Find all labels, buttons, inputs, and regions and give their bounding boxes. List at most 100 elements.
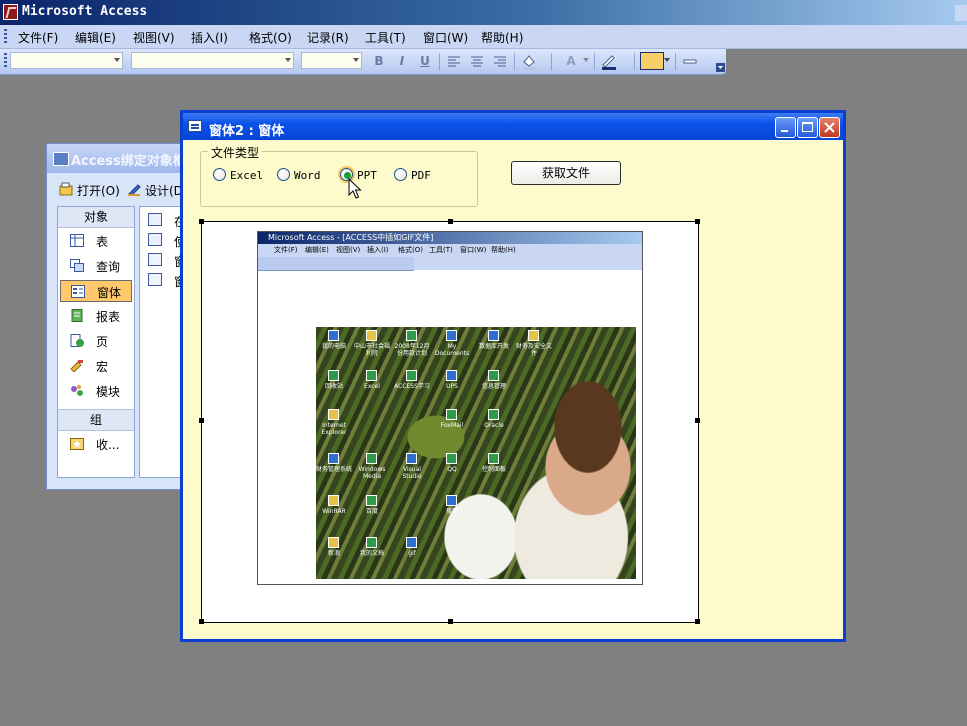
close-button[interactable] [819, 117, 840, 138]
desktop-icon-label: 财务及安全文件 [516, 343, 553, 357]
line-width-icon[interactable] [681, 53, 699, 70]
db-window-titlebar[interactable]: Access绑定对象框 [47, 144, 197, 173]
desktop-icon [406, 537, 417, 548]
object-forms[interactable]: 窗体 [60, 280, 132, 302]
radio-button-circle [277, 168, 290, 181]
desktop-icon [446, 370, 457, 381]
desktop-icon-label: 百度 [365, 508, 378, 515]
desktop-wallpaper-photo: 我的电脑 回收站 Internet Explorer 财务管理系统 WinRAR… [316, 327, 636, 579]
fill-color-icon[interactable] [520, 53, 538, 70]
desktop-icon [446, 330, 457, 341]
design-button[interactable]: 设计(D) [127, 181, 188, 199]
object-tables-label: 表 [96, 235, 109, 249]
maximize-button[interactable] [797, 117, 818, 138]
object-queries-label: 查询 [96, 260, 121, 274]
desktop-icon-label: QQ [447, 466, 457, 473]
object-macros[interactable]: 宏 [60, 355, 132, 377]
desktop-icon-label: 数据库开发 [478, 343, 509, 350]
embedded-menu-item: 格式(O) [398, 246, 423, 254]
menu-view[interactable]: 视图(V) [133, 29, 175, 46]
form-window-title: 窗体2 : 窗体 [209, 124, 285, 139]
special-effect-button[interactable] [640, 52, 664, 70]
desktop-icon [328, 453, 339, 464]
desktop-icon [366, 453, 377, 464]
resize-handle[interactable] [448, 619, 453, 624]
desktop-icon [328, 409, 339, 420]
page-icon [70, 334, 84, 347]
font-name-combo[interactable] [131, 52, 294, 69]
menu-help[interactable]: 帮助(H) [481, 29, 523, 46]
embedded-toolbar-area [414, 257, 642, 270]
underline-button[interactable]: U [416, 53, 434, 70]
desktop-icon-label: gif [408, 550, 416, 557]
query-icon [70, 259, 84, 272]
menu-file[interactable]: 文件(F) [18, 29, 58, 46]
desktop-icon [328, 370, 339, 381]
desktop-icon-label: 控制面板 [481, 466, 506, 473]
desktop-icon [328, 537, 339, 548]
object-reports[interactable]: 报表 [60, 305, 132, 327]
desktop-icon-label: 信息管理 [481, 383, 506, 390]
bold-button[interactable]: B [370, 53, 388, 70]
desktop-icon [366, 537, 377, 548]
align-center-icon[interactable] [468, 53, 486, 70]
form-window[interactable]: 窗体2 : 窗体 文件类型 Excel Word PPT PDF 获取文件 Mi… [180, 110, 846, 642]
object-modules[interactable]: 模块 [60, 380, 132, 402]
radio-excel-label: Excel [230, 169, 264, 182]
italic-button[interactable]: I [393, 53, 411, 70]
menu-records[interactable]: 记录(R) [307, 29, 349, 46]
object-tables[interactable]: 表 [60, 230, 132, 252]
align-left-icon[interactable] [445, 53, 463, 70]
menu-format[interactable]: 格式(O) [249, 29, 292, 46]
line-color-icon[interactable] [599, 53, 617, 70]
object-combo[interactable] [10, 52, 123, 69]
chevron-down-icon[interactable] [664, 58, 671, 64]
desktop-icon-label: 我的文档 [359, 550, 384, 557]
desktop-icon [488, 370, 499, 381]
objects-bar: 对象 表 查询 窗体 报表 页 宏 模块 组 收... [57, 206, 135, 478]
menu-window[interactable]: 窗口(W) [423, 29, 468, 46]
resize-handle[interactable] [199, 418, 204, 423]
resize-handle[interactable] [448, 219, 453, 224]
object-queries[interactable]: 查询 [60, 255, 132, 277]
get-file-button[interactable]: 获取文件 [511, 161, 621, 185]
desktop-icon-label: Oracle [484, 422, 504, 429]
resize-handle[interactable] [199, 219, 204, 224]
favorites-icon [70, 438, 84, 450]
object-pages[interactable]: 页 [60, 330, 132, 352]
form-window-titlebar[interactable]: 窗体2 : 窗体 [183, 113, 843, 140]
font-color-button[interactable]: A [562, 53, 580, 70]
resize-handle[interactable] [695, 219, 700, 224]
chevron-down-icon[interactable] [583, 58, 590, 64]
database-objects-window[interactable]: Access绑定对象框 打开(O) 设计(D) 对象 表 查询 窗体 报表 页 [46, 143, 200, 490]
align-right-icon[interactable] [491, 53, 509, 70]
titlebar-corner-button[interactable] [955, 5, 967, 21]
menu-insert[interactable]: 插入(I) [191, 29, 228, 46]
group-favorites[interactable]: 收... [60, 433, 132, 455]
resize-handle[interactable] [695, 418, 700, 423]
design-view-icon [148, 213, 162, 226]
embedded-menu-item: 视图(V) [336, 246, 361, 254]
open-button[interactable]: 打开(O) [59, 181, 120, 199]
radio-pdf-label: PDF [411, 169, 431, 182]
resize-handle[interactable] [695, 619, 700, 624]
minimize-button[interactable] [775, 117, 796, 138]
toolbar-options-icon[interactable] [716, 63, 725, 72]
formatting-toolbar: B I U A [0, 49, 726, 75]
menu-edit[interactable]: 编辑(E) [75, 29, 116, 46]
toolbar-grip[interactable] [4, 53, 7, 68]
desktop-icon-label: Windows Media [358, 466, 386, 480]
chevron-down-icon [114, 58, 120, 62]
desktop-icon [328, 330, 339, 341]
menubar-grip[interactable] [4, 29, 7, 44]
menu-tools[interactable]: 工具(T) [365, 29, 406, 46]
font-size-combo[interactable] [301, 52, 362, 69]
desktop-icon-label: UPS [446, 383, 458, 390]
desktop-icon-label: Visual Studio [402, 466, 422, 480]
resize-handle[interactable] [199, 619, 204, 624]
db-window-title: Access绑定对象框 [71, 154, 186, 169]
desktop-icon-label: 搜狐 [445, 508, 458, 515]
radio-button-circle [213, 168, 226, 181]
access-app-icon[interactable] [3, 4, 18, 20]
bound-object-frame[interactable]: Microsoft Access - [ACCESS中插如GIF文件] 文件(F… [199, 219, 700, 624]
